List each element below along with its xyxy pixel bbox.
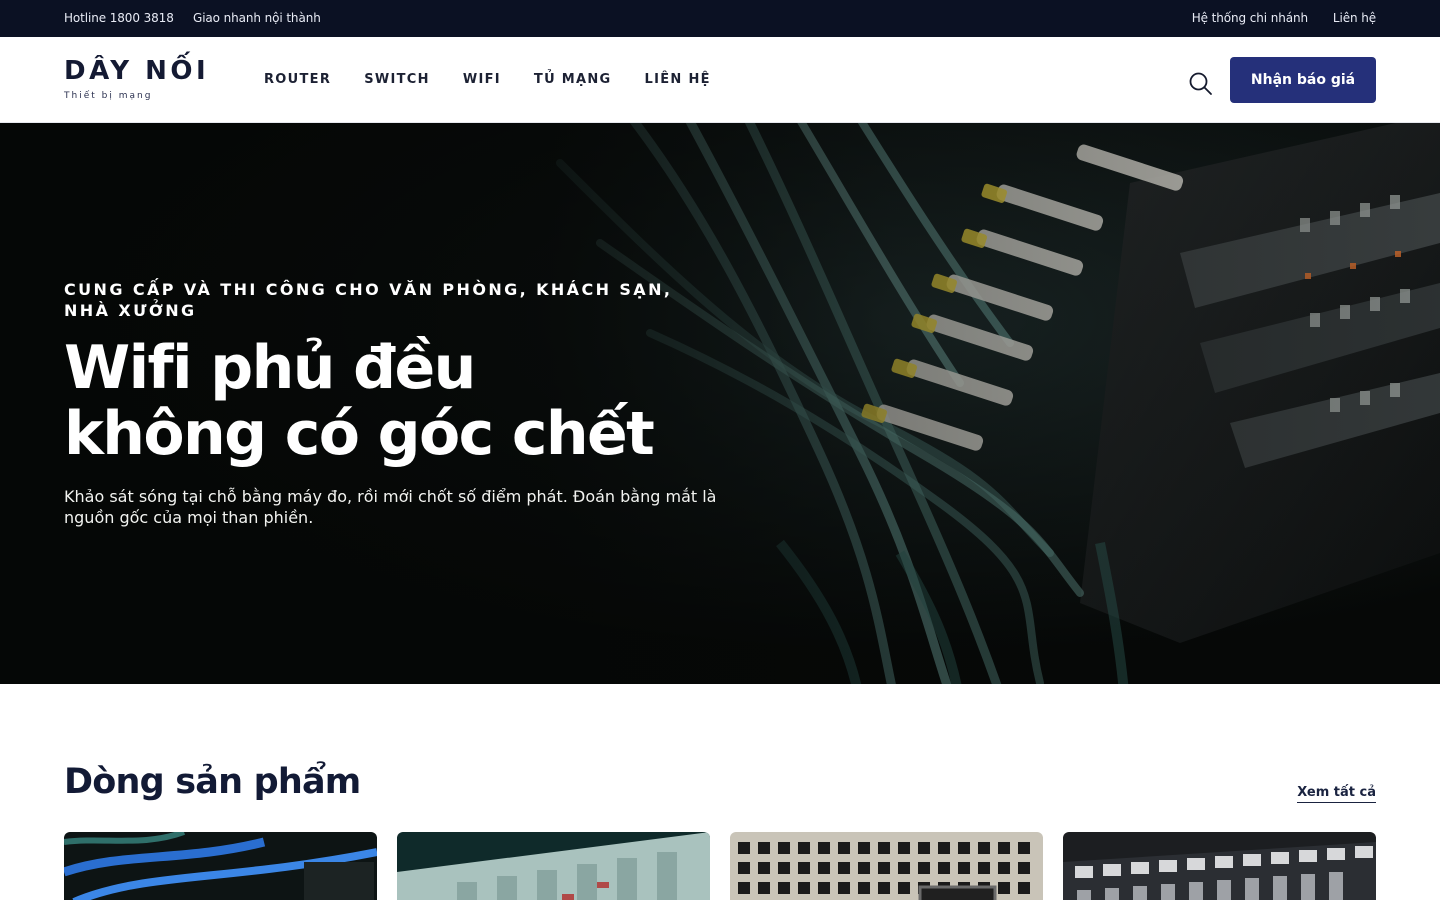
product-card-4[interactable]	[1063, 832, 1376, 900]
hero-title-line-1: Wifi phủ đều	[64, 333, 476, 403]
product-card-2[interactable]	[397, 832, 710, 900]
hero-description: Khảo sát sóng tại chỗ bằng máy đo, rồi m…	[64, 487, 717, 527]
nav-item-router[interactable]: ROUTER	[264, 72, 331, 90]
logo-tagline: Thiết bị mạng	[64, 91, 153, 101]
main-nav: ROUTER SWITCH WIFI TỦ MẠNG LIÊN HỆ	[264, 72, 711, 90]
product-image-wifi	[730, 832, 1043, 900]
logo-wordmark: DÂY NỐI	[64, 56, 210, 86]
product-card-1[interactable]	[64, 832, 377, 900]
nav-item-contact[interactable]: LIÊN HỆ	[645, 72, 711, 90]
top-contact-link[interactable]: Liên hệ	[1333, 11, 1376, 25]
nav-item-network-cabinet[interactable]: TỦ MẠNG	[534, 72, 612, 90]
nav-item-switch[interactable]: SWITCH	[364, 72, 430, 90]
branches-link[interactable]: Hệ thống chi nhánh	[1192, 11, 1308, 25]
hero-title: Wifi phủ đều không có góc chết	[64, 335, 784, 467]
product-card-3[interactable]	[730, 832, 1043, 900]
hero-eyebrow: CUNG CẤP VÀ THI CÔNG CHO VĂN PHÒNG, KHÁC…	[64, 280, 673, 320]
search-button[interactable]	[1186, 69, 1214, 97]
nav-item-wifi[interactable]: WIFI	[463, 72, 501, 90]
top-bar: Hotline 1800 3818 Giao nhanh nội thành H…	[0, 0, 1440, 37]
hero-title-line-2: không có góc chết	[64, 399, 655, 469]
hotline-text: Hotline 1800 3818	[64, 11, 174, 25]
delivery-text: Giao nhanh nội thành	[193, 11, 321, 25]
hero-banner: CUNG CẤP VÀ THI CÔNG CHO VĂN PHÒNG, KHÁC…	[0, 123, 1440, 684]
product-image-switch	[397, 832, 710, 900]
products-heading: Dòng sản phẩm	[64, 762, 361, 802]
product-image-network-cabinet	[1063, 832, 1376, 900]
site-header: DÂY NỐI Thiết bị mạng ROUTER SWITCH WIFI…	[0, 37, 1440, 123]
search-icon	[1189, 72, 1212, 95]
get-quote-button[interactable]: Nhận báo giá	[1230, 57, 1376, 103]
view-all-link[interactable]: Xem tất cả	[1297, 785, 1376, 803]
product-image-router	[64, 832, 377, 900]
logo[interactable]: DÂY NỐI Thiết bị mạng	[64, 56, 224, 104]
